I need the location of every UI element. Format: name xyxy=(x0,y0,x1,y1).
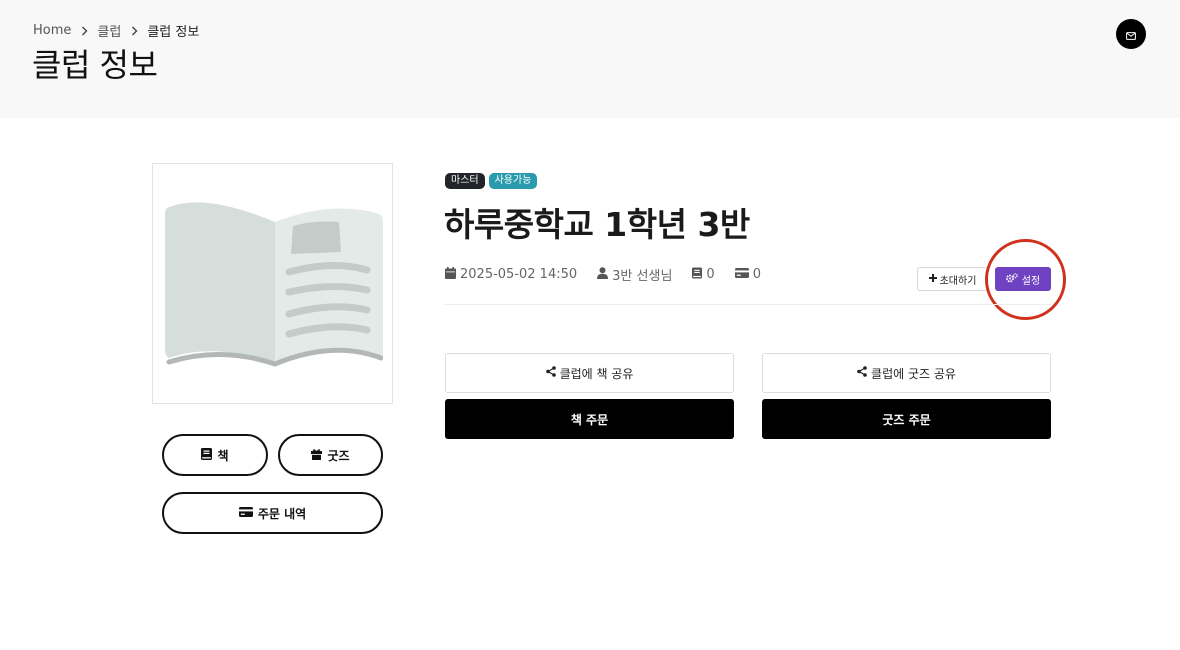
goods-count-text: 0 xyxy=(752,267,761,282)
chevron-right-icon xyxy=(71,26,97,36)
share-book-label: 클럽에 책 공유 xyxy=(559,366,634,381)
book-icon xyxy=(692,267,703,283)
page-title: 클럽 정보 xyxy=(32,46,158,84)
order-goods-button[interactable]: 굿즈 주문 xyxy=(762,399,1051,439)
books-button-label: 책 xyxy=(217,448,229,463)
envelope-icon xyxy=(1126,25,1136,44)
created-date-text: 2025-05-02 14:50 xyxy=(460,267,578,282)
user-icon xyxy=(597,266,609,283)
invite-button-label: 초대하기 xyxy=(939,275,977,287)
order-history-button-label: 주문 내역 xyxy=(257,506,307,521)
club-owner: 3반 선생님 xyxy=(597,265,672,284)
goods-count: 0 xyxy=(734,267,761,282)
breadcrumb: Home 클럽 클럽 정보 xyxy=(33,21,199,40)
share-goods-button[interactable]: 클럽에 굿즈 공유 xyxy=(762,353,1051,393)
club-owner-text: 3반 선생님 xyxy=(612,269,673,284)
club-badges: 마스터 사용가능 xyxy=(445,173,538,189)
order-book-button[interactable]: 책 주문 xyxy=(445,399,734,439)
chevron-right-icon xyxy=(121,26,147,36)
breadcrumb-current: 클럽 정보 xyxy=(147,25,200,40)
breadcrumb-home[interactable]: Home xyxy=(33,23,71,38)
breadcrumb-club[interactable]: 클럽 xyxy=(97,21,121,40)
open-book-icon xyxy=(163,196,383,372)
page-header xyxy=(0,0,1180,118)
book-icon xyxy=(201,447,213,463)
calendar-icon xyxy=(445,266,456,283)
gift-icon xyxy=(311,448,323,463)
credit-card-icon xyxy=(238,506,253,520)
master-badge: 마스터 xyxy=(445,173,485,189)
credit-card-icon xyxy=(734,267,749,282)
share-icon xyxy=(545,366,556,380)
club-meta: 2025-05-02 14:50 3반 선생님 0 0 xyxy=(445,265,781,284)
settings-highlight-circle xyxy=(985,239,1066,320)
book-count-text: 0 xyxy=(706,267,715,282)
share-goods-label: 클럽에 굿즈 공유 xyxy=(871,366,956,381)
books-button[interactable]: 책 xyxy=(162,434,268,476)
share-book-button[interactable]: 클럽에 책 공유 xyxy=(445,353,734,393)
share-icon xyxy=(857,366,867,380)
created-date: 2025-05-02 14:50 xyxy=(445,266,578,283)
plus-icon xyxy=(928,273,937,285)
book-count: 0 xyxy=(692,267,715,283)
club-name: 하루중학교 1학년 3반 xyxy=(444,205,750,244)
goods-button-label: 굿즈 xyxy=(327,448,350,463)
order-history-button[interactable]: 주문 내역 xyxy=(162,492,383,534)
mail-button[interactable] xyxy=(1116,19,1146,49)
goods-button[interactable]: 굿즈 xyxy=(278,434,383,476)
available-badge: 사용가능 xyxy=(488,173,538,189)
invite-button[interactable]: 초대하기 xyxy=(917,267,988,291)
divider xyxy=(445,304,1051,305)
club-cover-image xyxy=(152,163,393,404)
